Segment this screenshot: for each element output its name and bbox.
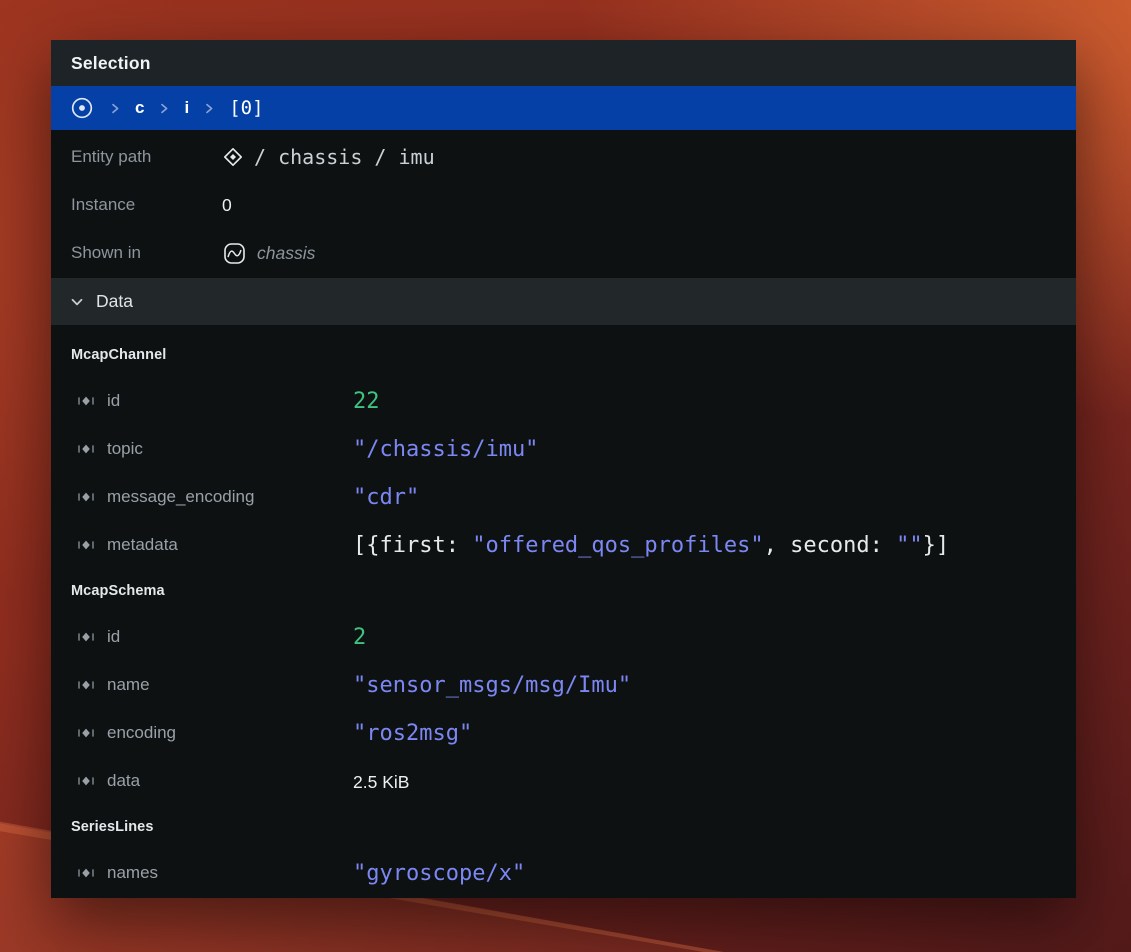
component-icon xyxy=(76,535,98,555)
breadcrumb-items: c i [0] xyxy=(108,97,264,119)
component-icon xyxy=(76,487,98,507)
component-value-part: "cdr" xyxy=(353,485,419,510)
component-value: "cdr" xyxy=(353,485,419,510)
component-value: "/chassis/imu" xyxy=(353,437,538,462)
component-value-part: 2 xyxy=(353,625,366,650)
component-group-name: McapSchema xyxy=(51,569,1076,613)
component-row: encoding "ros2msg" xyxy=(51,709,1076,757)
component-value-part: "offered_qos_profiles" xyxy=(472,533,763,558)
breadcrumb-chevron-icon xyxy=(108,101,122,116)
breadcrumb-chevron-icon xyxy=(157,101,171,116)
component-row: data 2.5 KiB xyxy=(51,757,1076,805)
component-value-part: "ros2msg" xyxy=(353,721,472,746)
component-icon xyxy=(76,627,98,647)
component-value-part: "gyroscope/x" xyxy=(353,861,525,886)
component-label: id xyxy=(107,627,353,647)
component-label: id xyxy=(107,391,353,411)
component-value-part: [{first: xyxy=(353,533,472,558)
breadcrumb-item[interactable]: [0] xyxy=(229,97,263,119)
component-icon xyxy=(76,439,98,459)
chevron-down-icon xyxy=(69,294,85,310)
component-value: 22 xyxy=(353,389,380,414)
component-value: 2.5 KiB xyxy=(353,769,409,794)
component-label: data xyxy=(107,771,353,791)
selection-properties: Entity path / chassis / imu Instance 0 S… xyxy=(51,130,1076,277)
recording-icon[interactable] xyxy=(69,95,95,121)
component-value-part: "" xyxy=(896,533,923,558)
component-value-part: }] xyxy=(923,533,950,558)
component-value: 2 xyxy=(353,625,366,650)
component-value-part: 22 xyxy=(353,389,380,414)
component-row: name "sensor_msgs/msg/Imu" xyxy=(51,661,1076,709)
component-row: names "gyroscope/x" xyxy=(51,849,1076,897)
component-value-part: "sensor_msgs/msg/Imu" xyxy=(353,673,631,698)
component-icon xyxy=(76,391,98,411)
shown-in-view-name: chassis xyxy=(257,243,315,264)
component-row: message_encoding "cdr" xyxy=(51,473,1076,521)
shown-in-row: Shown in chassis xyxy=(51,229,1076,277)
selection-panel-header: Selection xyxy=(51,40,1076,86)
breadcrumb-item[interactable]: c xyxy=(135,98,144,118)
component-value: "ros2msg" xyxy=(353,721,472,746)
instance-value: 0 xyxy=(222,195,232,216)
entity-path-label: Entity path xyxy=(71,147,222,167)
component-label: message_encoding xyxy=(107,487,353,507)
component-value-part: , second: xyxy=(764,533,896,558)
entity-icon xyxy=(222,146,244,168)
selection-panel: Selection c i [0] Entity path xyxy=(51,40,1076,898)
breadcrumb-chevron-icon xyxy=(202,101,216,116)
breadcrumb-item[interactable]: i xyxy=(184,98,189,118)
shown-in-view-link[interactable]: chassis xyxy=(222,241,315,266)
component-icon xyxy=(76,723,98,743)
component-icon xyxy=(76,863,98,883)
breadcrumb: c i [0] xyxy=(51,86,1076,130)
component-row: metadata [{first: "offered_qos_profiles"… xyxy=(51,521,1076,569)
component-value: "gyroscope/x" xyxy=(353,861,525,886)
component-label: encoding xyxy=(107,723,353,743)
entity-path-value: / chassis / imu xyxy=(254,145,435,169)
component-value-part: 2.5 KiB xyxy=(353,772,409,792)
entity-path-link[interactable]: / chassis / imu xyxy=(222,145,435,169)
data-section-body: McapChannel id 22 topic "/chassis/imu" xyxy=(51,325,1076,897)
component-value: [{first: "offered_qos_profiles", second:… xyxy=(353,533,949,558)
entity-path-row: Entity path / chassis / imu xyxy=(51,133,1076,181)
shown-in-label: Shown in xyxy=(71,243,222,263)
component-label: name xyxy=(107,675,353,695)
instance-row: Instance 0 xyxy=(51,181,1076,229)
data-section-title: Data xyxy=(96,291,133,312)
component-row: id 22 xyxy=(51,377,1076,425)
instance-label: Instance xyxy=(71,195,222,215)
timeseries-view-icon xyxy=(222,241,247,266)
component-group-name: McapChannel xyxy=(51,333,1076,377)
component-label: topic xyxy=(107,439,353,459)
data-section-header[interactable]: Data xyxy=(51,278,1076,325)
component-label: metadata xyxy=(107,535,353,555)
panel-title: Selection xyxy=(71,53,151,74)
component-value-part: "/chassis/imu" xyxy=(353,437,538,462)
component-row: topic "/chassis/imu" xyxy=(51,425,1076,473)
component-icon xyxy=(76,675,98,695)
component-group-name: SeriesLines xyxy=(51,805,1076,849)
component-label: names xyxy=(107,863,353,883)
component-icon xyxy=(76,771,98,791)
component-value: "sensor_msgs/msg/Imu" xyxy=(353,673,631,698)
component-row: id 2 xyxy=(51,613,1076,661)
